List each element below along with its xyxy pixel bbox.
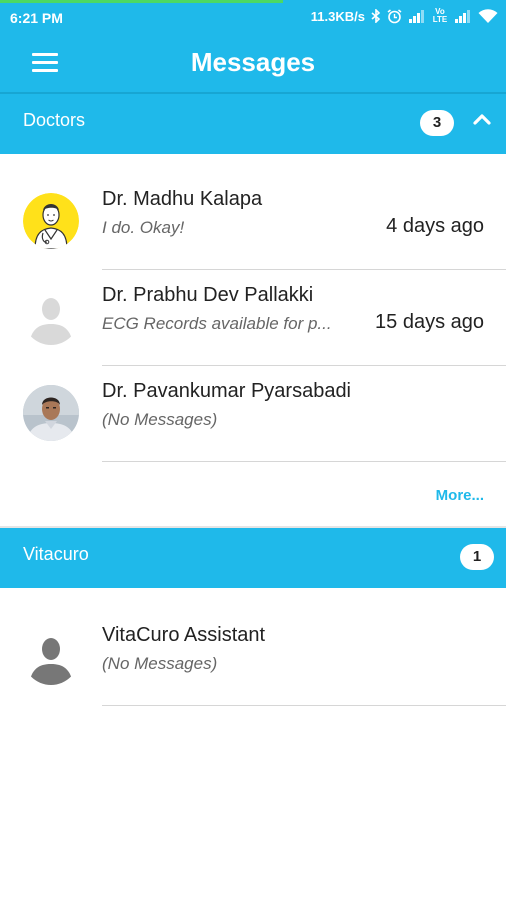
section-label: Doctors: [23, 110, 86, 130]
signal-icon: [409, 9, 424, 23]
bluetooth-icon: [371, 9, 381, 23]
volte-icon: Vo LTE: [432, 7, 448, 24]
contact-row[interactable]: Dr. Prabhu Dev Pallakki ECG Records avai…: [0, 270, 506, 366]
photo-avatar: [23, 385, 79, 441]
contact-name: Dr. Pavankumar Pyarsabadi: [102, 380, 352, 402]
row-divider: [102, 461, 506, 462]
contact-row[interactable]: Dr. Madhu Kalapa I do. Okay! 4 days ago: [0, 174, 506, 270]
default-person-avatar: [23, 629, 79, 685]
message-time: 15 days ago: [375, 311, 484, 333]
count-badge: 1: [460, 544, 494, 570]
last-message: ECG Records available for p...: [102, 314, 332, 333]
status-bar: 6:21 PM 11.3KB/s Vo LTE: [0, 0, 506, 36]
status-time: 6:21 PM: [10, 10, 63, 26]
contact-row[interactable]: Dr. Pavankumar Pyarsabadi (No Messages): [0, 366, 506, 462]
contact-name: Dr. Madhu Kalapa: [102, 188, 263, 210]
wifi-icon: [478, 8, 498, 23]
page-title: Messages: [190, 47, 316, 77]
count-badge: 3: [420, 110, 454, 136]
signal-icon: [455, 9, 470, 23]
contact-row[interactable]: VitaCuro Assistant (No Messages): [0, 610, 506, 706]
last-message: (No Messages): [102, 654, 218, 673]
default-person-avatar: [23, 289, 79, 345]
section-label: Vitacuro: [23, 544, 89, 564]
alarm-icon: [387, 8, 402, 23]
contact-name: Dr. Prabhu Dev Pallakki: [102, 284, 314, 306]
more-link[interactable]: More...: [436, 487, 484, 504]
chevron-up-icon[interactable]: [470, 108, 494, 132]
page-load-progress: [0, 0, 283, 3]
status-icons: 11.3KB/s Vo LTE: [311, 8, 498, 24]
section-header-doctors[interactable]: Doctors 3: [0, 94, 506, 154]
row-divider: [102, 705, 506, 706]
section-header-vitacuro[interactable]: Vitacuro 1: [0, 528, 506, 588]
last-message: I do. Okay!: [102, 218, 185, 237]
doctor-cartoon-avatar: [23, 193, 79, 249]
message-time: 4 days ago: [386, 215, 484, 237]
last-message: (No Messages): [102, 410, 218, 429]
app-bar: Messages: [0, 36, 506, 92]
contact-name: VitaCuro Assistant: [102, 624, 266, 646]
network-speed: 11.3KB/s: [310, 8, 365, 24]
